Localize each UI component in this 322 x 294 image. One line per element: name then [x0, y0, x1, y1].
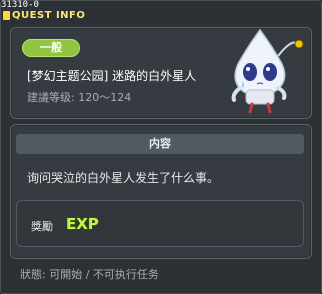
exp-icon[interactable]: EXP: [65, 214, 99, 232]
content-section-title: 内容: [149, 137, 171, 150]
exp-text: EXP: [66, 215, 99, 232]
reward-box: [16, 200, 304, 247]
alien-mascot-icon: [231, 28, 304, 114]
category-badge: 一般: [22, 39, 80, 57]
quest-status: 狀態: 可開始 / 不可执行任务: [20, 268, 159, 281]
quest-name: [梦幻主题公园] 迷路的白外星人: [27, 69, 197, 83]
content-section-header: 内容: [16, 134, 304, 154]
quest-title-icon: [3, 11, 10, 20]
title-bar[interactable]: QUEST INFO: [0, 10, 320, 24]
category-label: 一般: [40, 41, 62, 54]
quest-id: 31310-0: [1, 0, 39, 10]
quest-level: 建議等级: 120～124: [27, 91, 132, 104]
reward-label: 獎勵: [31, 220, 53, 233]
window-title: QUEST INFO: [12, 10, 86, 21]
quest-description: 询问哭泣的白外星人发生了什么事。: [27, 171, 220, 185]
